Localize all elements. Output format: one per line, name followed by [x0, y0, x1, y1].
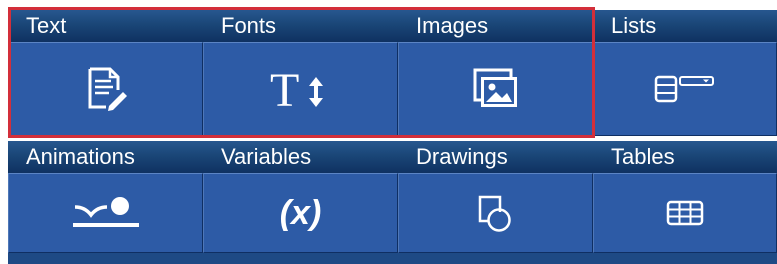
- category-label: Fonts: [221, 13, 277, 38]
- category-label: Lists: [611, 13, 657, 38]
- text-size-icon: T: [270, 66, 323, 112]
- svg-text:T: T: [270, 66, 299, 112]
- document-edit-icon: [88, 67, 127, 111]
- category-header-images: Images: [398, 10, 593, 42]
- category-header-fonts: Fonts: [203, 10, 398, 42]
- animations-button[interactable]: [8, 173, 203, 253]
- category-label: Animations: [26, 144, 135, 169]
- category-label: Variables: [221, 144, 312, 169]
- category-header-variables: Variables: [203, 141, 398, 173]
- shapes-icon: [478, 195, 511, 232]
- images-button[interactable]: [398, 42, 593, 136]
- panel-bottom-edge: [8, 253, 777, 264]
- animation-path-icon: [72, 197, 139, 227]
- list-dropdown-icon: [654, 75, 714, 103]
- toolbox-panel: Text Fonts Images Lists T Animations Var…: [0, 0, 777, 264]
- category-label: Text: [26, 13, 67, 38]
- category-header-drawings: Drawings: [398, 141, 593, 173]
- category-header-animations: Animations: [8, 141, 203, 173]
- text-button[interactable]: [8, 42, 203, 136]
- category-label: Tables: [611, 144, 675, 169]
- category-label: Drawings: [416, 144, 508, 169]
- variable-x-icon: (x): [279, 194, 322, 232]
- category-header-lists: Lists: [593, 10, 777, 42]
- category-label: Images: [416, 13, 489, 38]
- tables-button[interactable]: [593, 173, 777, 253]
- category-header-tables: Tables: [593, 141, 777, 173]
- fonts-button[interactable]: T: [203, 42, 398, 136]
- category-header-text: Text: [8, 10, 203, 42]
- variables-button[interactable]: (x): [203, 173, 398, 253]
- table-grid-icon: [666, 200, 704, 226]
- lists-button[interactable]: [593, 42, 777, 136]
- drawings-button[interactable]: [398, 173, 593, 253]
- image-gallery-icon: [473, 68, 517, 107]
